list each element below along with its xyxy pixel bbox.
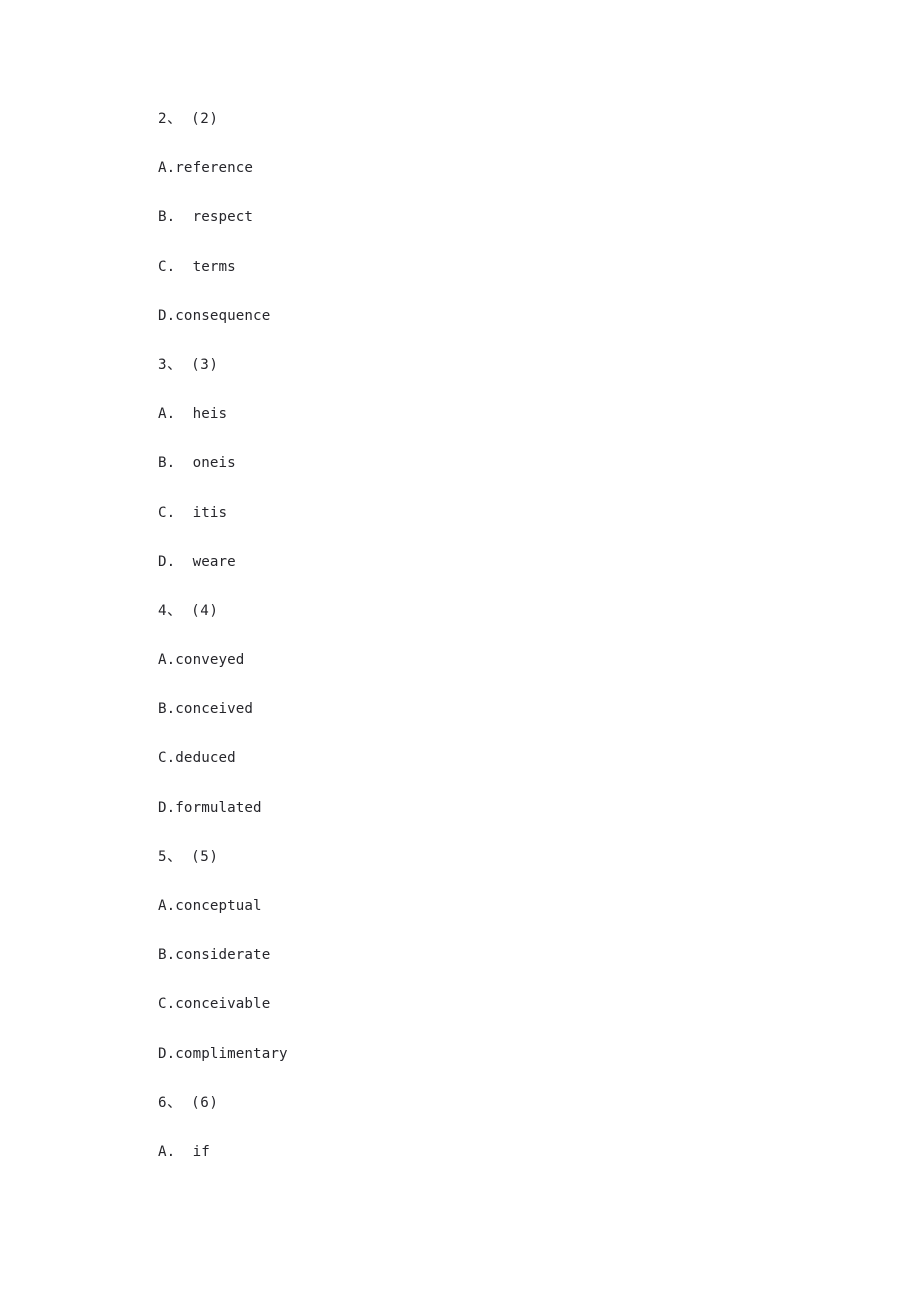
answer-option-line: B. oneis	[158, 455, 236, 472]
answer-option-line: C.deduced	[158, 750, 236, 767]
answer-option-line: D.complimentary	[158, 1045, 288, 1062]
answer-option-line: C. itis	[158, 504, 228, 521]
document-text-column: 2、 (2) A.reference B. respect C. terms D.con…	[158, 95, 778, 1177]
answer-option-line: D.formulated	[158, 799, 262, 816]
answer-option-line: C.conceivable	[158, 996, 271, 1013]
answer-option-line: A.conceptual	[158, 898, 262, 914]
answer-option-line: D.consequence	[158, 307, 271, 324]
question-number-line: 2、 (2)	[158, 111, 219, 127]
question-number-line: 4、 (4)	[158, 602, 219, 619]
answer-option-line: A. if	[158, 1143, 210, 1160]
question-number-line: 5、 (5)	[158, 848, 219, 865]
document-page: 2、 (2) A.reference B. respect C. terms D.con…	[0, 0, 920, 1301]
answer-option-line: A.conveyed	[158, 652, 245, 669]
answer-option-line: C. terms	[158, 258, 236, 275]
answer-option-line: B.considerate	[158, 947, 271, 964]
answer-option-line: D. weare	[158, 553, 236, 570]
question-number-line: 6、 (6)	[158, 1094, 219, 1111]
question-number-line: 3、 (3)	[158, 356, 219, 373]
answer-option-line: A.reference	[158, 160, 254, 177]
answer-option-line: B.conceived	[158, 701, 254, 718]
answer-option-line: B. respect	[158, 209, 254, 226]
answer-option-line: A. heis	[158, 406, 228, 423]
